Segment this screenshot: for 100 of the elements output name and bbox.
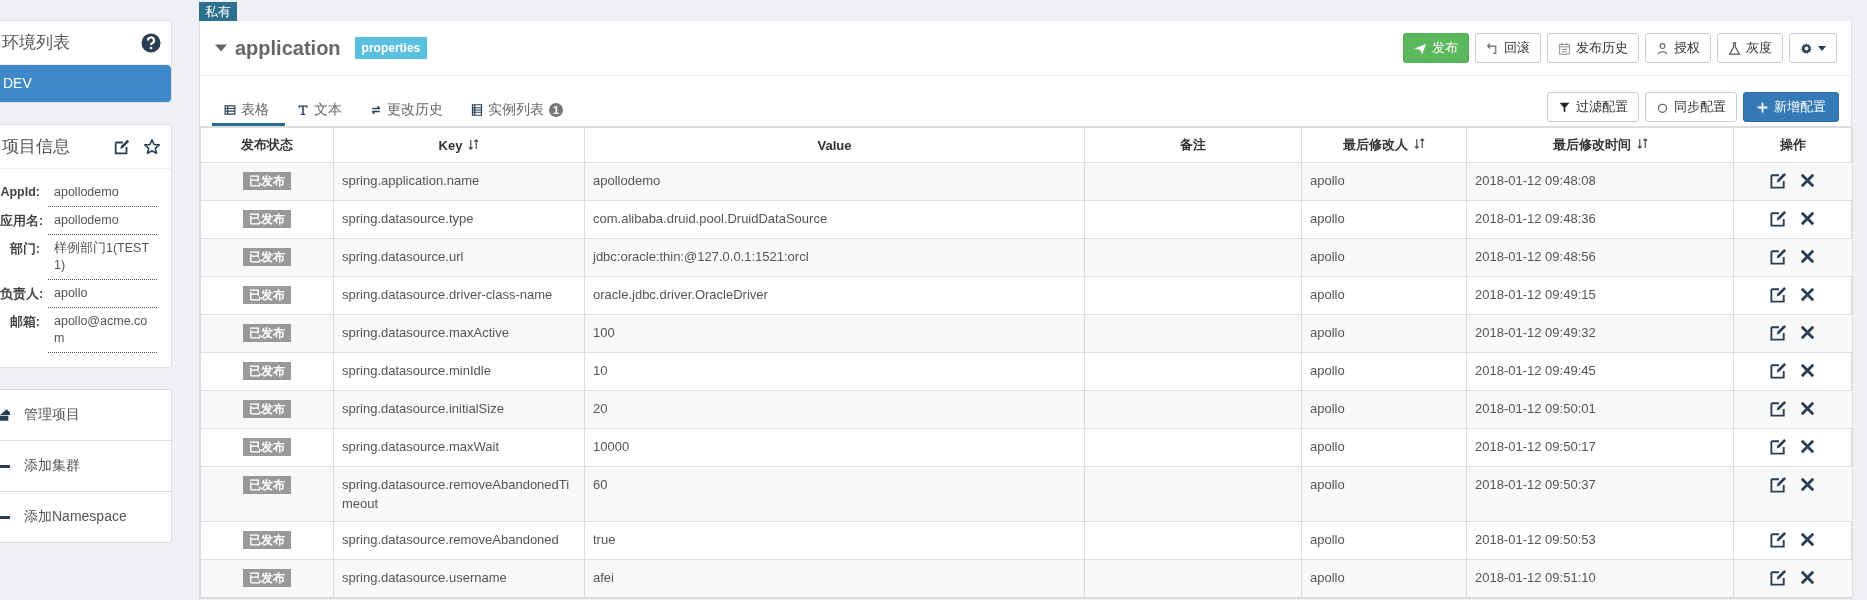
status-badge: 已发布 [243, 438, 291, 456]
sidebar-action[interactable]: 添加集群 [0, 441, 171, 492]
field-label: 部门: [8, 241, 40, 258]
close-icon[interactable] [1798, 530, 1817, 549]
edit-icon[interactable] [1769, 285, 1788, 304]
toolbar-button[interactable]: 灰度 [1717, 33, 1783, 63]
close-icon[interactable] [1798, 209, 1817, 228]
column-header[interactable]: Value [584, 127, 1085, 163]
count-badge: 1 [549, 103, 563, 117]
panel-title: 环境列表 [2, 32, 70, 54]
status-badge: 已发布 [243, 324, 291, 342]
toolbar-button[interactable]: 新增配置 [1743, 92, 1839, 122]
send-icon [1414, 41, 1427, 55]
sidebar-action[interactable]: 管理项目 [0, 390, 171, 441]
caret-icon[interactable] [215, 42, 227, 54]
table-cell: apollo [1301, 466, 1467, 522]
tab[interactable]: 文本 [285, 101, 358, 126]
gear-icon [1800, 41, 1813, 55]
table-cell: spring.datasource.maxWait [333, 428, 585, 467]
table-cell: com.alibaba.druid.pool.DruidDataSource [584, 200, 1085, 239]
table-cell: 10 [584, 352, 1085, 391]
table-cell: jdbc:oracle:thin:@127.0.0.1:1521:orcl [584, 238, 1085, 277]
plus-icon [1756, 100, 1769, 114]
table-cell: spring.datasource.url [333, 238, 585, 277]
close-icon[interactable] [1798, 568, 1817, 587]
toolbar-button[interactable]: 同步配置 [1645, 92, 1737, 122]
table-cell: apollo [1301, 559, 1467, 598]
table-cell: spring.datasource.removeAbandonedTimeout [333, 466, 585, 522]
close-icon[interactable] [1798, 475, 1817, 494]
edit-icon[interactable] [1769, 568, 1788, 587]
namespace-title: application [235, 36, 341, 60]
edit-icon[interactable] [1769, 209, 1788, 228]
table-cell: apollo [1301, 314, 1467, 353]
table-cell: spring.application.name [333, 162, 585, 201]
field-label: 应用名: [0, 212, 40, 230]
toolbar-button[interactable]: 过滤配置 [1547, 92, 1639, 122]
edit-icon[interactable] [1769, 171, 1788, 190]
status-badge: 已发布 [243, 569, 291, 587]
close-icon[interactable] [1798, 437, 1817, 456]
tab[interactable]: 实例列表 1 [459, 101, 579, 126]
table-cell: 2018-01-12 09:51:10 [1466, 559, 1734, 598]
table-cell: 2018-01-12 09:48:36 [1466, 200, 1734, 239]
dash-icon [0, 515, 10, 519]
undo-icon [1486, 41, 1499, 55]
close-icon[interactable] [1798, 323, 1817, 342]
column-header[interactable]: 发布状态 [200, 127, 334, 163]
table-cell: spring.datasource.driver-class-name [333, 276, 585, 315]
close-icon[interactable] [1798, 247, 1817, 266]
environment-item[interactable]: DEV [0, 65, 171, 102]
close-icon[interactable] [1798, 399, 1817, 418]
table-cell: apollo [1301, 428, 1467, 467]
column-header[interactable]: Key [333, 127, 585, 163]
column-header[interactable]: 操作 [1733, 127, 1853, 163]
edit-icon[interactable] [113, 137, 131, 156]
sort-icon [1636, 138, 1648, 149]
table-cell: apollo [1301, 352, 1467, 391]
table-cell: 2018-01-12 09:49:45 [1466, 352, 1734, 391]
edit-icon[interactable] [1769, 399, 1788, 418]
status-badge: 已发布 [243, 210, 291, 228]
edit-icon[interactable] [1769, 247, 1788, 266]
edit-icon[interactable] [1769, 437, 1788, 456]
status-badge: 已发布 [243, 172, 291, 190]
column-header[interactable]: 备注 [1084, 127, 1302, 163]
column-header[interactable]: 最后修改时间 [1466, 127, 1734, 163]
table-cell: true [584, 521, 1085, 560]
toolbar-button[interactable]: 授权 [1645, 33, 1711, 63]
edit-icon[interactable] [1769, 530, 1788, 549]
table-cell: 10000 [584, 428, 1085, 467]
sort-icon [468, 138, 480, 150]
table-cell: apollo [1301, 238, 1467, 277]
column-header[interactable]: 最后修改人 [1301, 127, 1467, 163]
edit-icon[interactable] [1769, 323, 1788, 342]
table-cell: afei [584, 559, 1085, 598]
help-icon[interactable] [141, 32, 161, 53]
status-badge: 已发布 [243, 476, 291, 494]
table-cell: 60 [584, 466, 1085, 522]
calendar-icon [1558, 41, 1571, 55]
table-cell: 2018-01-12 09:49:15 [1466, 276, 1734, 315]
table-cell: 2018-01-12 09:48:08 [1466, 162, 1734, 201]
text-icon [297, 104, 309, 116]
panel-title: 项目信息 [2, 136, 70, 158]
settings-button[interactable] [1789, 33, 1837, 63]
table-icon [224, 104, 236, 116]
edit-icon[interactable] [1769, 475, 1788, 494]
toolbar-button[interactable]: 回滚 [1475, 33, 1541, 63]
tab[interactable]: 更改历史 [358, 101, 459, 126]
tab[interactable]: 表格 [212, 101, 285, 126]
sidebar-action[interactable]: 添加Namespace [0, 492, 171, 542]
status-badge: 已发布 [243, 286, 291, 304]
table-cell: spring.datasource.type [333, 200, 585, 239]
table-cell: spring.datasource.removeAbandoned [333, 521, 585, 560]
close-icon[interactable] [1798, 361, 1817, 380]
edit-icon[interactable] [1769, 361, 1788, 380]
table-cell: apollodemo [584, 162, 1085, 201]
close-icon[interactable] [1798, 171, 1817, 190]
table-cell: spring.datasource.maxActive [333, 314, 585, 353]
toolbar-button[interactable]: 发布历史 [1547, 33, 1639, 63]
table-cell: 2018-01-12 09:50:53 [1466, 521, 1734, 560]
close-icon[interactable] [1798, 285, 1817, 304]
star-icon[interactable] [143, 137, 161, 156]
